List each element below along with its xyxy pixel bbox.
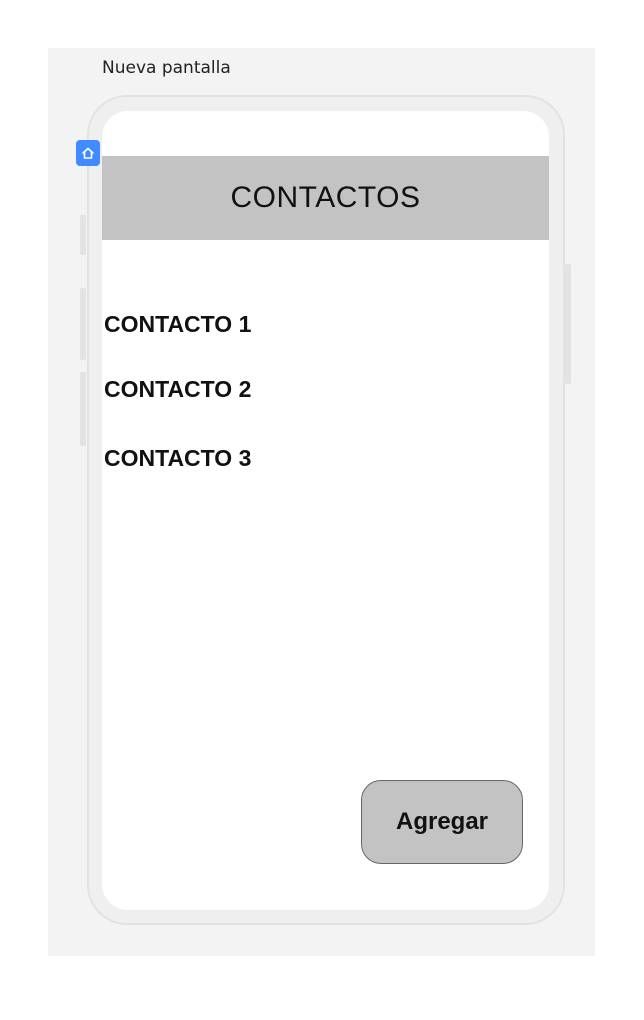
- app-title: CONTACTOS: [230, 181, 421, 214]
- add-contact-button[interactable]: Agregar: [361, 780, 523, 864]
- home-icon[interactable]: [76, 140, 100, 166]
- contact-item-1[interactable]: CONTACTO 1: [104, 311, 251, 338]
- contact-item-3[interactable]: CONTACTO 3: [104, 445, 251, 472]
- phone-volume-up-button: [80, 288, 86, 360]
- home-icon-glyph: [82, 147, 94, 159]
- app-header: CONTACTOS: [102, 156, 549, 240]
- phone-volume-down-button: [80, 372, 86, 446]
- phone-side-button: [80, 215, 86, 255]
- phone-power-button: [565, 264, 571, 384]
- contact-item-2[interactable]: CONTACTO 2: [104, 376, 251, 403]
- phone-screen: CONTACTOS CONTACTO 1 CONTACTO 2 CONTACTO…: [102, 111, 549, 910]
- screen-name-label[interactable]: Nueva pantalla: [102, 58, 231, 78]
